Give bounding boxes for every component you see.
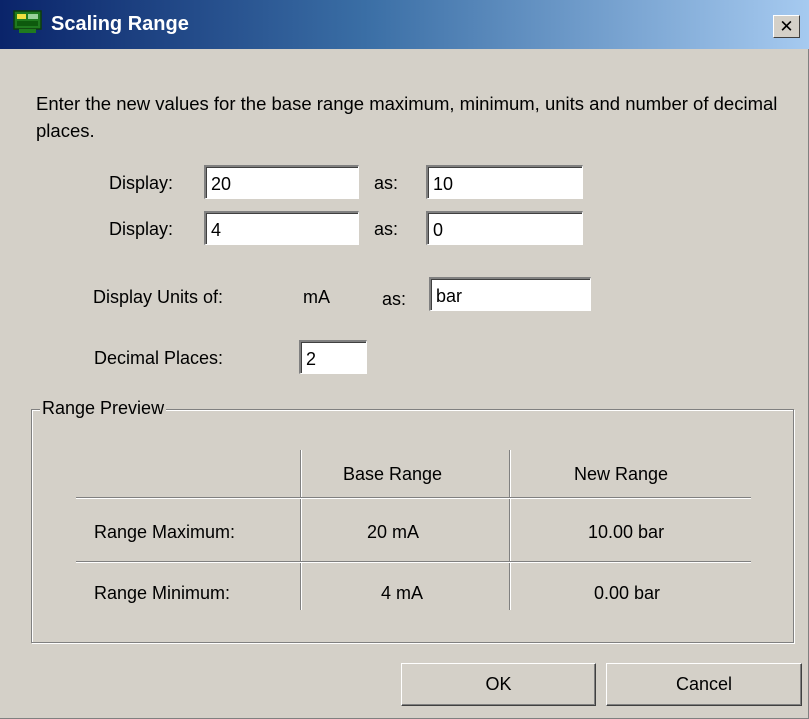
as-units-label: as:: [382, 289, 407, 309]
ok-button[interactable]: OK: [401, 663, 596, 706]
cancel-button[interactable]: Cancel: [606, 663, 802, 706]
close-button[interactable]: ✕: [773, 15, 800, 38]
new-units-input[interactable]: bar: [429, 277, 591, 311]
table-divider: [509, 450, 511, 610]
range-maximum-label: Range Maximum:: [94, 522, 236, 542]
as-max-label: as:: [374, 173, 399, 193]
table-divider: [76, 561, 751, 563]
header-new-range: New Range: [574, 464, 669, 484]
range-minimum-new: 0.00 bar: [594, 583, 661, 603]
window-title: Scaling Range: [51, 13, 189, 35]
display-max-label: Display:: [109, 173, 174, 193]
new-max-input[interactable]: 10: [426, 165, 583, 199]
title-bar[interactable]: Scaling Range ✕: [0, 0, 809, 49]
instruction-text: Enter the new values for the base range …: [36, 93, 778, 141]
decimal-places-label: Decimal Places:: [94, 348, 224, 368]
range-preview-legend: Range Preview: [40, 398, 167, 419]
base-max-input[interactable]: 20: [204, 165, 359, 199]
range-minimum-base: 4 mA: [381, 583, 424, 603]
base-min-input[interactable]: 4: [204, 211, 359, 245]
close-icon: ✕: [779, 17, 794, 36]
app-icon: [13, 10, 42, 33]
header-base-range: Base Range: [343, 464, 443, 484]
units-label: Display Units of:: [93, 287, 224, 307]
decimal-places-input[interactable]: 2: [299, 340, 367, 374]
ok-button-label: OK: [485, 674, 512, 694]
new-min-input[interactable]: 0: [426, 211, 583, 245]
scaling-range-dialog: Scaling Range ✕ Enter the new values for…: [0, 0, 809, 719]
as-min-label: as:: [374, 219, 399, 239]
cancel-button-label: Cancel: [675, 674, 733, 694]
range-maximum-new: 10.00 bar: [588, 522, 665, 542]
base-unit-value: mA: [303, 287, 330, 307]
table-divider: [300, 450, 302, 610]
range-maximum-base: 20 mA: [367, 522, 420, 542]
display-min-label: Display:: [109, 219, 174, 239]
range-minimum-label: Range Minimum:: [94, 583, 231, 603]
table-divider: [76, 497, 751, 499]
